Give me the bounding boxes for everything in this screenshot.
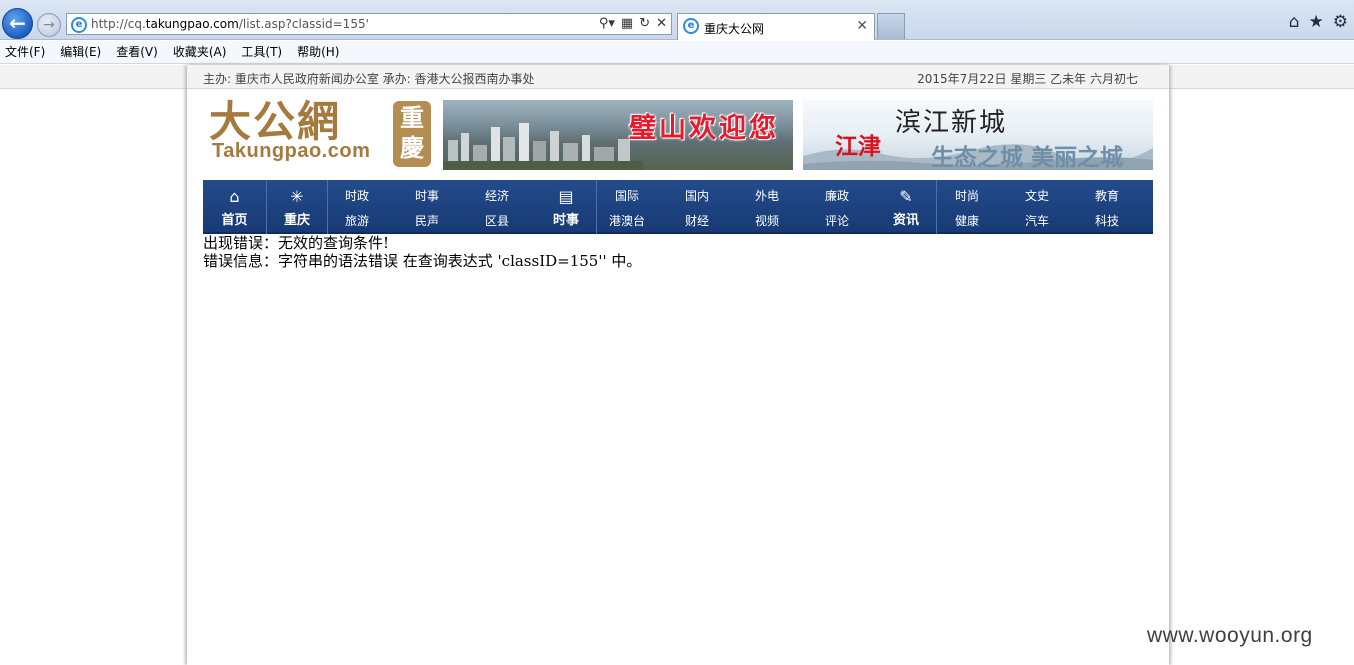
menu-bar: 文件(F) 编辑(E) 查看(V) 收藏夹(A) 工具(T) 帮助(H) — [0, 41, 1354, 64]
refresh-icon[interactable]: ↻ — [639, 16, 650, 31]
watermark: www.wooyun.org — [1147, 624, 1313, 647]
nav-shishi-label: 时事 — [552, 213, 579, 228]
browser-toolbar: ← → e http://cq.takungpao.com/list.asp?c… — [0, 0, 1354, 40]
nav-link[interactable]: 健康 — [937, 212, 997, 229]
nav-link[interactable]: 科技 — [1077, 212, 1137, 229]
banner-jiangjin-title: 滨江新城 — [895, 108, 1008, 138]
page-viewport: 主办: 重庆市人民政府新闻办公室 承办: 香港大公报西南办事处 2015年7月2… — [0, 65, 1354, 665]
menu-favorites[interactable]: 收藏夹(A) — [168, 41, 232, 63]
ie-icon: e — [71, 17, 87, 33]
nav-link[interactable]: 廉政 — [807, 187, 867, 204]
banner-bishan-text: 璧山欢迎您 — [629, 113, 779, 144]
nav-home-label: 首页 — [221, 213, 248, 228]
address-tools: ⚲▾ ▦ ↻ ✕ — [599, 16, 667, 31]
nav-link[interactable]: 区县 — [467, 212, 527, 229]
host-info: 主办: 重庆市人民政府新闻办公室 承办: 香港大公报西南办事处 — [203, 72, 535, 86]
nav-shishi[interactable]: ▤ 时事 — [536, 180, 596, 234]
browser-right-tools: ⌂ ★ ⚙ — [1289, 12, 1348, 32]
nav-link[interactable]: 时尚 — [937, 187, 997, 204]
nav-link[interactable]: 经济 — [467, 187, 527, 204]
url-prefix: http://cq. — [91, 17, 146, 31]
nav-link[interactable]: 评论 — [807, 212, 867, 229]
browser-tab[interactable]: e 重庆大公网 ✕ — [677, 13, 875, 40]
logo-english: Takungpao.com — [212, 140, 371, 162]
newspaper-icon: ▤ — [558, 187, 574, 206]
nav-link[interactable]: 教育 — [1077, 187, 1137, 204]
nav-zixun[interactable]: ✎ 资讯 — [876, 180, 936, 234]
search-icon[interactable]: ⚲▾ — [599, 16, 615, 31]
menu-view[interactable]: 查看(V) — [111, 41, 163, 63]
forward-button[interactable]: → — [37, 13, 61, 37]
home-icon[interactable]: ⌂ — [1289, 12, 1300, 32]
tab-ie-icon: e — [683, 18, 699, 34]
nav-link[interactable]: 汽车 — [1007, 212, 1067, 229]
error-line-2: 错误信息：字符串的语法错误 在查询表达式 'classID=155'' 中。 — [203, 252, 642, 270]
site-logo[interactable]: 大公網 Takungpao.com 重慶 — [203, 99, 433, 171]
url-text[interactable]: http://cq.takungpao.com/list.asp?classid… — [91, 17, 369, 31]
compat-view-icon[interactable]: ▦ — [621, 16, 633, 31]
nav-link[interactable]: 财经 — [667, 212, 727, 229]
main-nav: ⌂ 首页 ✳ 重庆 时政 时事 经济 旅游 民声 区县 ▤ 时事 国际 国内 外… — [203, 180, 1153, 234]
arrow-right-icon: → — [43, 17, 55, 33]
nav-link[interactable]: 旅游 — [327, 212, 387, 229]
logo-chinese: 大公網 — [209, 97, 342, 146]
url-host: takungpao.com — [145, 17, 239, 31]
pagoda-icon: ✳ — [290, 187, 304, 206]
favorites-star-icon[interactable]: ★ — [1309, 12, 1324, 32]
page-container: 主办: 重庆市人民政府新闻办公室 承办: 香港大公报西南办事处 2015年7月2… — [187, 65, 1169, 665]
home-icon: ⌂ — [229, 187, 240, 206]
banner-bishan[interactable]: 璧山欢迎您 — [443, 100, 793, 170]
nav-link[interactable]: 港澳台 — [597, 212, 657, 229]
nav-link[interactable]: 国内 — [667, 187, 727, 204]
date-info: 2015年7月22日 星期三 乙未年 六月初七 — [917, 72, 1138, 86]
nav-home[interactable]: ⌂ 首页 — [203, 180, 266, 234]
banner-jiangjin-red: 江津 — [835, 133, 881, 160]
error-message: 出现错误：无效的查询条件! 错误信息：字符串的语法错误 在查询表达式 'clas… — [203, 234, 641, 270]
menu-tools[interactable]: 工具(T) — [236, 41, 287, 63]
nav-zixun-label: 资讯 — [892, 213, 919, 228]
banner-jiangjin[interactable]: 江津 滨江新城 生态之城 美丽之城 — [803, 100, 1153, 170]
nav-link[interactable]: 时事 — [397, 187, 457, 204]
logo-seal: 重慶 — [393, 101, 431, 167]
error-line-1: 出现错误：无效的查询条件! — [203, 234, 390, 252]
gear-icon[interactable]: ⚙ — [1333, 12, 1348, 32]
nav-chongqing[interactable]: ✳ 重庆 — [267, 180, 327, 234]
menu-help[interactable]: 帮助(H) — [292, 41, 344, 63]
nav-chongqing-label: 重庆 — [283, 213, 310, 228]
new-tab-button[interactable] — [877, 13, 905, 39]
stop-icon[interactable]: ✕ — [656, 16, 667, 31]
city-skyline-image — [443, 123, 643, 170]
nav-link[interactable]: 外电 — [737, 187, 797, 204]
nav-link[interactable]: 文史 — [1007, 187, 1067, 204]
tab-title: 重庆大公网 — [704, 22, 765, 36]
nav-link[interactable]: 时政 — [327, 187, 387, 204]
banner-jiangjin-sub: 生态之城 美丽之城 — [931, 144, 1124, 170]
document-icon: ✎ — [899, 187, 913, 206]
address-bar[interactable]: e http://cq.takungpao.com/list.asp?class… — [66, 13, 672, 35]
close-tab-icon[interactable]: ✕ — [856, 18, 868, 34]
nav-link[interactable]: 国际 — [597, 187, 657, 204]
nav-link[interactable]: 民声 — [397, 212, 457, 229]
url-path: /list.asp?classid=155' — [238, 17, 369, 31]
arrow-left-icon: ← — [9, 11, 26, 35]
menu-file[interactable]: 文件(F) — [0, 41, 50, 63]
info-strip: 主办: 重庆市人民政府新闻办公室 承办: 香港大公报西南办事处 2015年7月2… — [187, 65, 1169, 89]
menu-edit[interactable]: 编辑(E) — [55, 41, 106, 63]
nav-link[interactable]: 视频 — [737, 212, 797, 229]
back-button[interactable]: ← — [2, 8, 33, 39]
